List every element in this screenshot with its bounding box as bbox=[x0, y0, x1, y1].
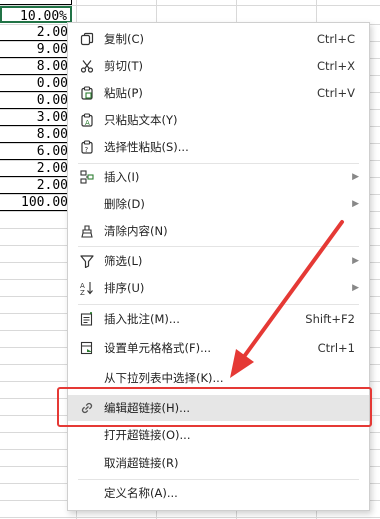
annotation-arrow bbox=[230, 220, 344, 378]
